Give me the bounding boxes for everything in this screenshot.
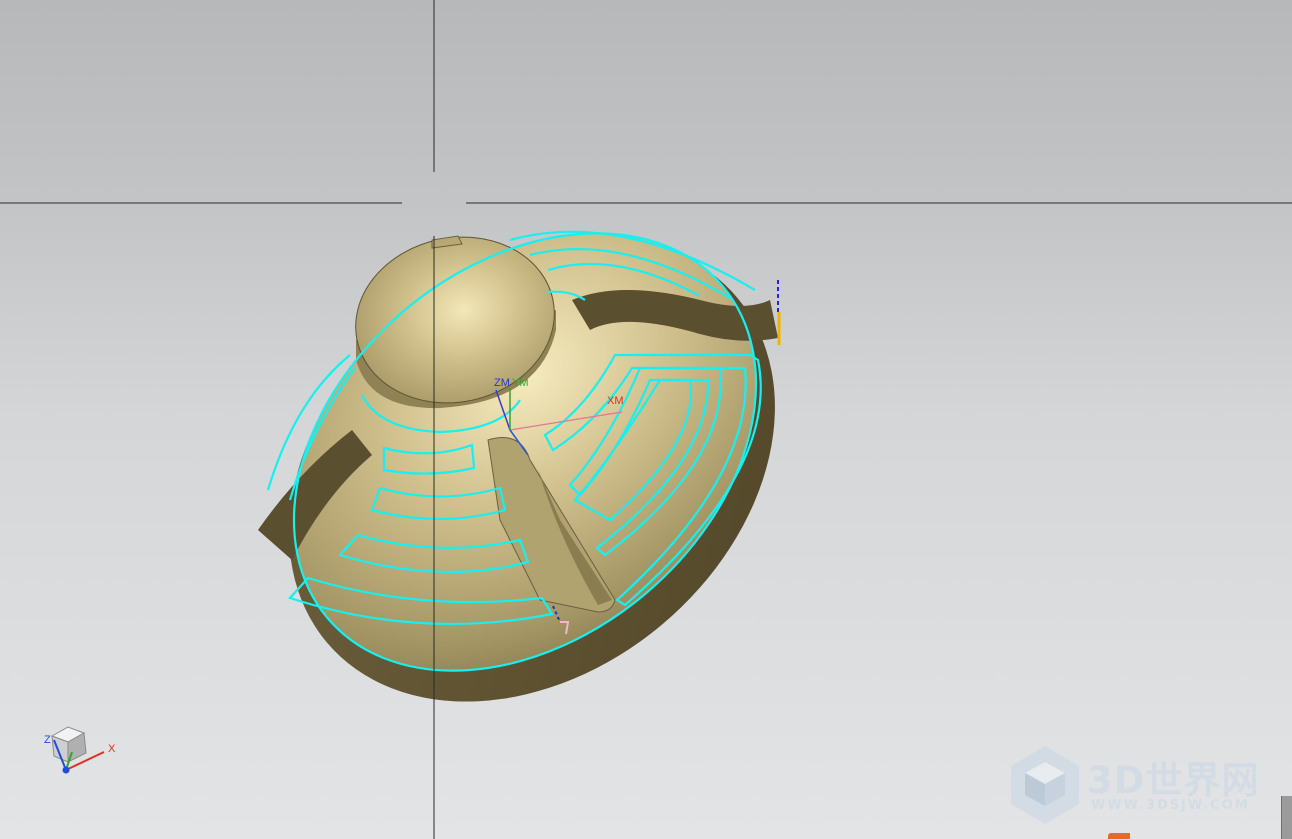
model-scene[interactable]: ZM YM XM X Z [0,0,1292,839]
triad-x-label: X [108,743,116,755]
watermark-title: 3D世界网 [1087,759,1260,802]
csys-x-label: XM [607,395,624,407]
workplane-crosshair [0,0,1292,204]
csys-y-label: YM [512,377,529,389]
triad-z-label: Z [44,734,51,746]
resize-grip[interactable] [1281,796,1292,839]
watermark-url: WWW.3DSJW.COM [1091,798,1250,813]
status-indicator [1108,833,1130,839]
graphics-viewport[interactable]: ZM YM XM X Z 3D世界网 WWW.3DSJW.COM [0,0,1292,839]
watermark: 3D世界网 WWW.3DSJW.COM [1005,742,1280,832]
csys-z-label: ZM [494,377,510,389]
part-body[interactable] [197,143,867,797]
view-triad[interactable]: X Z [44,726,116,774]
cube-logo-icon [1011,746,1079,824]
view-cube-icon[interactable] [50,726,87,763]
triad-origin [62,766,70,774]
